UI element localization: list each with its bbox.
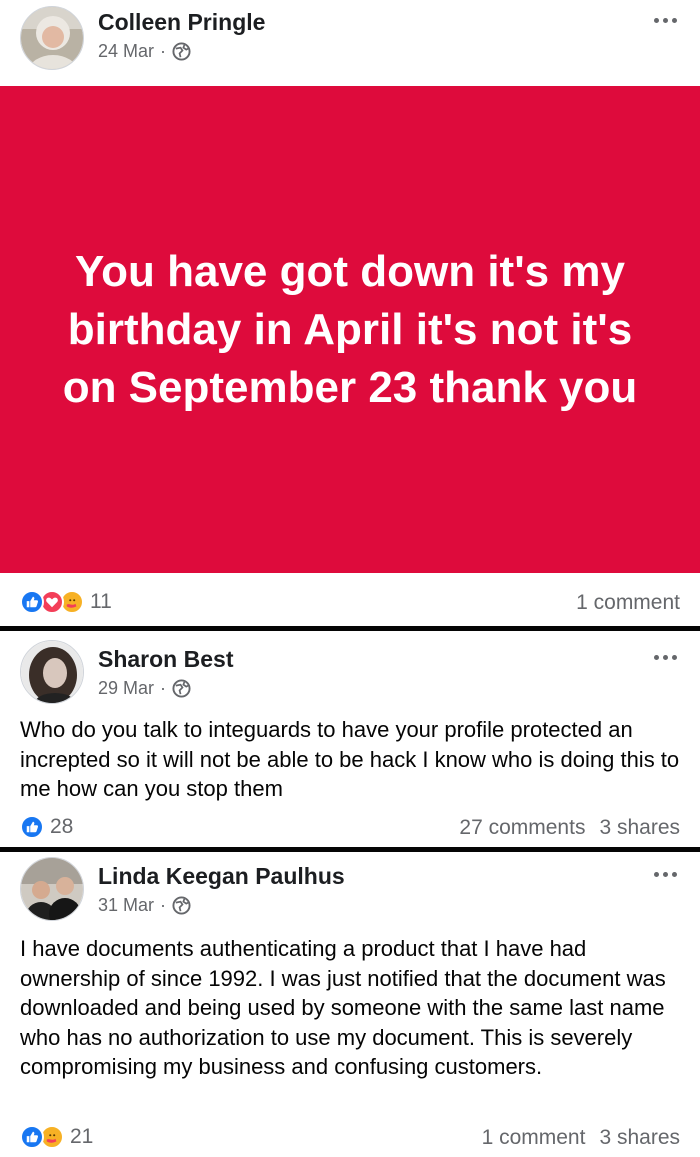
reactions-summary[interactable]: 28 bbox=[20, 815, 73, 839]
banner-text: You have got down it's my birthday in Ap… bbox=[62, 246, 638, 412]
meta-separator: · bbox=[160, 895, 167, 915]
globe-icon bbox=[172, 42, 191, 61]
post-meta: 31 Mar · bbox=[98, 895, 191, 916]
post-meta: 24 Mar · bbox=[98, 41, 191, 62]
reaction-count: 28 bbox=[50, 815, 74, 838]
post-header: Sharon Best 29 Mar · bbox=[0, 631, 700, 711]
reactions-summary[interactable]: 11 bbox=[20, 590, 112, 614]
meta-separator: · bbox=[160, 678, 167, 698]
post-linda-keegan-paulhus: Linda Keegan Paulhus 31 Mar · I have doc… bbox=[0, 852, 700, 1157]
avatar[interactable] bbox=[20, 857, 84, 921]
post-text: Who do you talk to integuards to have yo… bbox=[20, 717, 680, 801]
meta-separator: · bbox=[160, 41, 167, 61]
comments-link[interactable]: 1 comment bbox=[482, 1126, 586, 1149]
comments-link[interactable]: 1 comment bbox=[576, 591, 680, 614]
post-colleen-pringle: Colleen Pringle 24 Mar · You have got do… bbox=[0, 0, 700, 626]
like-icon bbox=[20, 590, 44, 614]
like-icon bbox=[20, 1125, 44, 1149]
reaction-count: 21 bbox=[70, 1125, 94, 1148]
post-meta: 29 Mar · bbox=[98, 678, 191, 699]
more-options-button[interactable] bbox=[650, 13, 680, 27]
post-footer: 28 27 comments 3 shares bbox=[0, 812, 700, 846]
author-name[interactable]: Sharon Best bbox=[98, 646, 233, 673]
author-name[interactable]: Colleen Pringle bbox=[98, 9, 265, 36]
shares-link[interactable]: 3 shares bbox=[599, 816, 680, 839]
post-footer: 21 1 comment 3 shares bbox=[0, 1122, 700, 1156]
post-date[interactable]: 31 Mar bbox=[98, 895, 154, 916]
like-icon bbox=[20, 815, 44, 839]
shares-link[interactable]: 3 shares bbox=[599, 1126, 680, 1149]
post-sharon-best: Sharon Best 29 Mar · Who do you talk to … bbox=[0, 631, 700, 847]
post-stats: 1 comment bbox=[576, 591, 680, 615]
post-stats: 1 comment 3 shares bbox=[482, 1126, 680, 1150]
avatar[interactable] bbox=[20, 640, 84, 704]
author-name[interactable]: Linda Keegan Paulhus bbox=[98, 863, 345, 890]
text-banner: You have got down it's my birthday in Ap… bbox=[0, 86, 700, 573]
avatar[interactable] bbox=[20, 6, 84, 70]
post-footer: 11 1 comment bbox=[0, 587, 700, 621]
post-header: Linda Keegan Paulhus 31 Mar · bbox=[0, 852, 700, 932]
post-text: I have documents authenticating a produc… bbox=[20, 936, 666, 1079]
reaction-count: 11 bbox=[90, 590, 112, 613]
post-date[interactable]: 24 Mar bbox=[98, 41, 154, 62]
post-date[interactable]: 29 Mar bbox=[98, 678, 154, 699]
globe-icon bbox=[172, 679, 191, 698]
post-header: Colleen Pringle 24 Mar · bbox=[0, 0, 700, 80]
reactions-summary[interactable]: 21 bbox=[20, 1125, 93, 1149]
more-options-button[interactable] bbox=[650, 650, 680, 664]
post-stats: 27 comments 3 shares bbox=[459, 816, 680, 840]
more-options-button[interactable] bbox=[650, 867, 680, 881]
comments-link[interactable]: 27 comments bbox=[459, 816, 585, 839]
globe-icon bbox=[172, 896, 191, 915]
